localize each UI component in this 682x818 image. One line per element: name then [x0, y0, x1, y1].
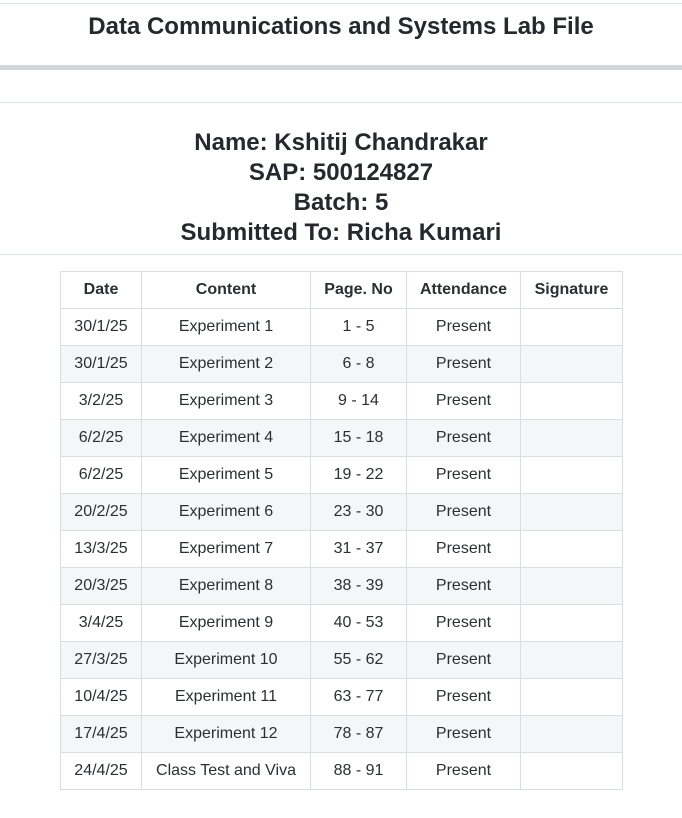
table-header-row: Date Content Page. No Attendance Signatu… — [60, 271, 623, 309]
table-row: 3/2/25 Experiment 39 - 14 Present — [60, 382, 623, 420]
cell-signature — [520, 382, 623, 420]
cell-attendance: Present — [406, 530, 521, 568]
cell-page-no: 38 - 39 — [310, 567, 407, 605]
cell-content: Experiment 10 — [141, 641, 311, 679]
table-row: 6/2/25 Experiment 5 19 - 22 Present — [60, 456, 623, 494]
cell-content: Experiment 2 — [141, 345, 311, 383]
header-attendance: Attendance — [406, 271, 521, 309]
cell-page-no: 31 - 37 — [310, 530, 407, 568]
student-batch: Batch: 5 — [293, 189, 389, 216]
document-title: Data Communications and Systems Lab File — [88, 13, 594, 40]
submitted-to: Submitted To: Richa Kumari — [180, 219, 502, 246]
cell-signature — [520, 752, 623, 790]
cell-page-no: 9 - 14 — [310, 382, 407, 420]
cell-attendance: Present — [406, 419, 521, 457]
info-divider — [0, 254, 682, 255]
cell-content: Experiment 9 — [141, 604, 311, 642]
cell-content: Experiment 8 — [141, 567, 311, 605]
header-content: Content — [141, 271, 311, 309]
header-date: Date — [60, 271, 142, 309]
cell-attendance: Present — [406, 308, 521, 346]
table-row: 20/3/25 Experiment 8 38 - 39 Present — [60, 567, 623, 605]
cell-content: Experiment 5 — [141, 456, 311, 494]
header-page-no: Page. No — [310, 271, 407, 309]
cell-signature — [520, 678, 623, 716]
cell-date: 20/3/25 — [60, 567, 142, 605]
student-name: Name: Kshitij Chandrakar — [194, 129, 488, 156]
table-row: 20/2/25 Experiment 6 23 - 30 Present — [60, 493, 623, 531]
cell-page-no: 15 - 18 — [310, 419, 407, 457]
cell-signature — [520, 493, 623, 531]
cell-attendance: Present — [406, 567, 521, 605]
cell-signature — [520, 308, 623, 346]
cell-attendance: Present — [406, 456, 521, 494]
cell-signature — [520, 604, 623, 642]
cell-content: Experiment 11 — [141, 678, 311, 716]
cell-signature — [520, 456, 623, 494]
cell-date: 3/2/25 — [60, 382, 142, 420]
header-signature: Signature — [520, 271, 623, 309]
table-row: 30/1/25 Experiment 11 - 5 Present — [60, 308, 623, 346]
table-row: 10/4/25 Experiment 11 63 - 77 Present — [60, 678, 623, 716]
cell-attendance: Present — [406, 345, 521, 383]
cell-attendance: Present — [406, 493, 521, 531]
cell-page-no: 88 - 91 — [310, 752, 407, 790]
table-row: 17/4/25 Experiment 12 78 - 87 Present — [60, 715, 623, 753]
table-row: 27/3/25 Experiment 10 55 - 62 Present — [60, 641, 623, 679]
table-row: 13/3/25 Experiment 7 31 - 37 Present — [60, 530, 623, 568]
cell-date: 6/2/25 — [60, 419, 142, 457]
cell-attendance: Present — [406, 604, 521, 642]
cell-date: 27/3/25 — [60, 641, 142, 679]
cell-date: 3/4/25 — [60, 604, 142, 642]
cell-date: 17/4/25 — [60, 715, 142, 753]
cell-date: 6/2/25 — [60, 456, 142, 494]
table-row: 30/1/25 Experiment 26 - 8 Present — [60, 345, 623, 383]
cell-signature — [520, 419, 623, 457]
cell-attendance: Present — [406, 715, 521, 753]
cell-date: 10/4/25 — [60, 678, 142, 716]
student-sap: SAP: 500124827 — [248, 159, 434, 186]
table-body: 30/1/25 Experiment 11 - 5 Present 30/1/25 Ex… — [60, 308, 623, 790]
cell-page-no: 6 - 8 — [310, 345, 407, 383]
cell-content: Experiment 12 — [141, 715, 311, 753]
cell-date: 20/2/25 — [60, 493, 142, 531]
cell-content: Class Test and Viva — [141, 752, 311, 790]
index-table: Date Content Page. No Attendance Signatu… — [60, 271, 623, 790]
cell-signature — [520, 345, 623, 383]
cell-date: 24/4/25 — [60, 752, 142, 790]
title-divider — [0, 65, 682, 70]
cell-page-no: 63 - 77 — [310, 678, 407, 716]
cell-attendance: Present — [406, 752, 521, 790]
cell-page-no: 19 - 22 — [310, 456, 407, 494]
cell-signature — [520, 715, 623, 753]
cell-page-no: 23 - 30 — [310, 493, 407, 531]
cell-attendance: Present — [406, 382, 521, 420]
cell-page-no: 40 - 53 — [310, 604, 407, 642]
table-row: 24/4/25 Class Test and Viva 88 - 91 Present — [60, 752, 623, 790]
cell-date: 30/1/25 — [60, 308, 142, 346]
cell-content: Experiment 7 — [141, 530, 311, 568]
student-info: Name: Kshitij Chandrakar SAP: 500124827 … — [0, 128, 682, 248]
table-row: 6/2/25 Experiment 4 15 - 18 Present — [60, 419, 623, 457]
cell-date: 30/1/25 — [60, 345, 142, 383]
cell-date: 13/3/25 — [60, 530, 142, 568]
cell-signature — [520, 530, 623, 568]
cell-content: Experiment 1 — [141, 308, 311, 346]
cell-attendance: Present — [406, 641, 521, 679]
cell-content: Experiment 6 — [141, 493, 311, 531]
cell-signature — [520, 641, 623, 679]
cell-content: Experiment 4 — [141, 419, 311, 457]
cell-page-no: 1 - 5 — [310, 308, 407, 346]
cell-page-no: 78 - 87 — [310, 715, 407, 753]
cell-content: Experiment 3 — [141, 382, 311, 420]
cell-signature — [520, 567, 623, 605]
index-table-container: Date Content Page. No Attendance Signatu… — [60, 271, 623, 790]
cell-page-no: 55 - 62 — [310, 641, 407, 679]
table-row: 3/4/25 Experiment 9 40 - 53 Present — [60, 604, 623, 642]
section-divider — [0, 102, 682, 103]
top-divider — [0, 3, 682, 4]
cell-attendance: Present — [406, 678, 521, 716]
